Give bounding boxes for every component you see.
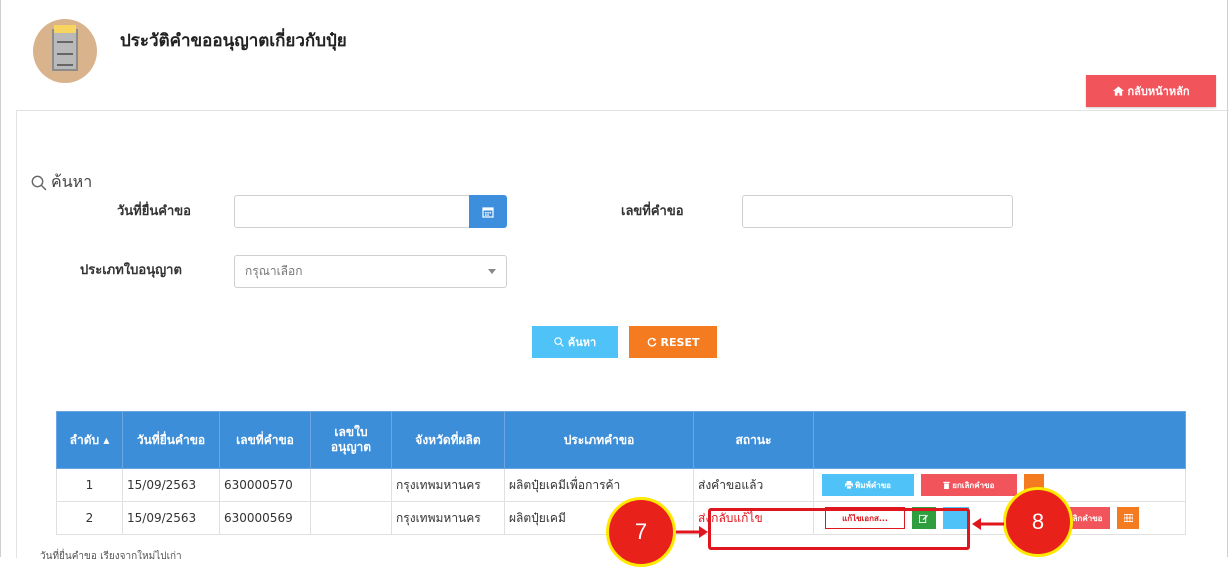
callout-arrows	[676, 518, 1004, 538]
arrow-right-icon	[676, 526, 708, 538]
arrow-left-icon	[972, 518, 1004, 530]
